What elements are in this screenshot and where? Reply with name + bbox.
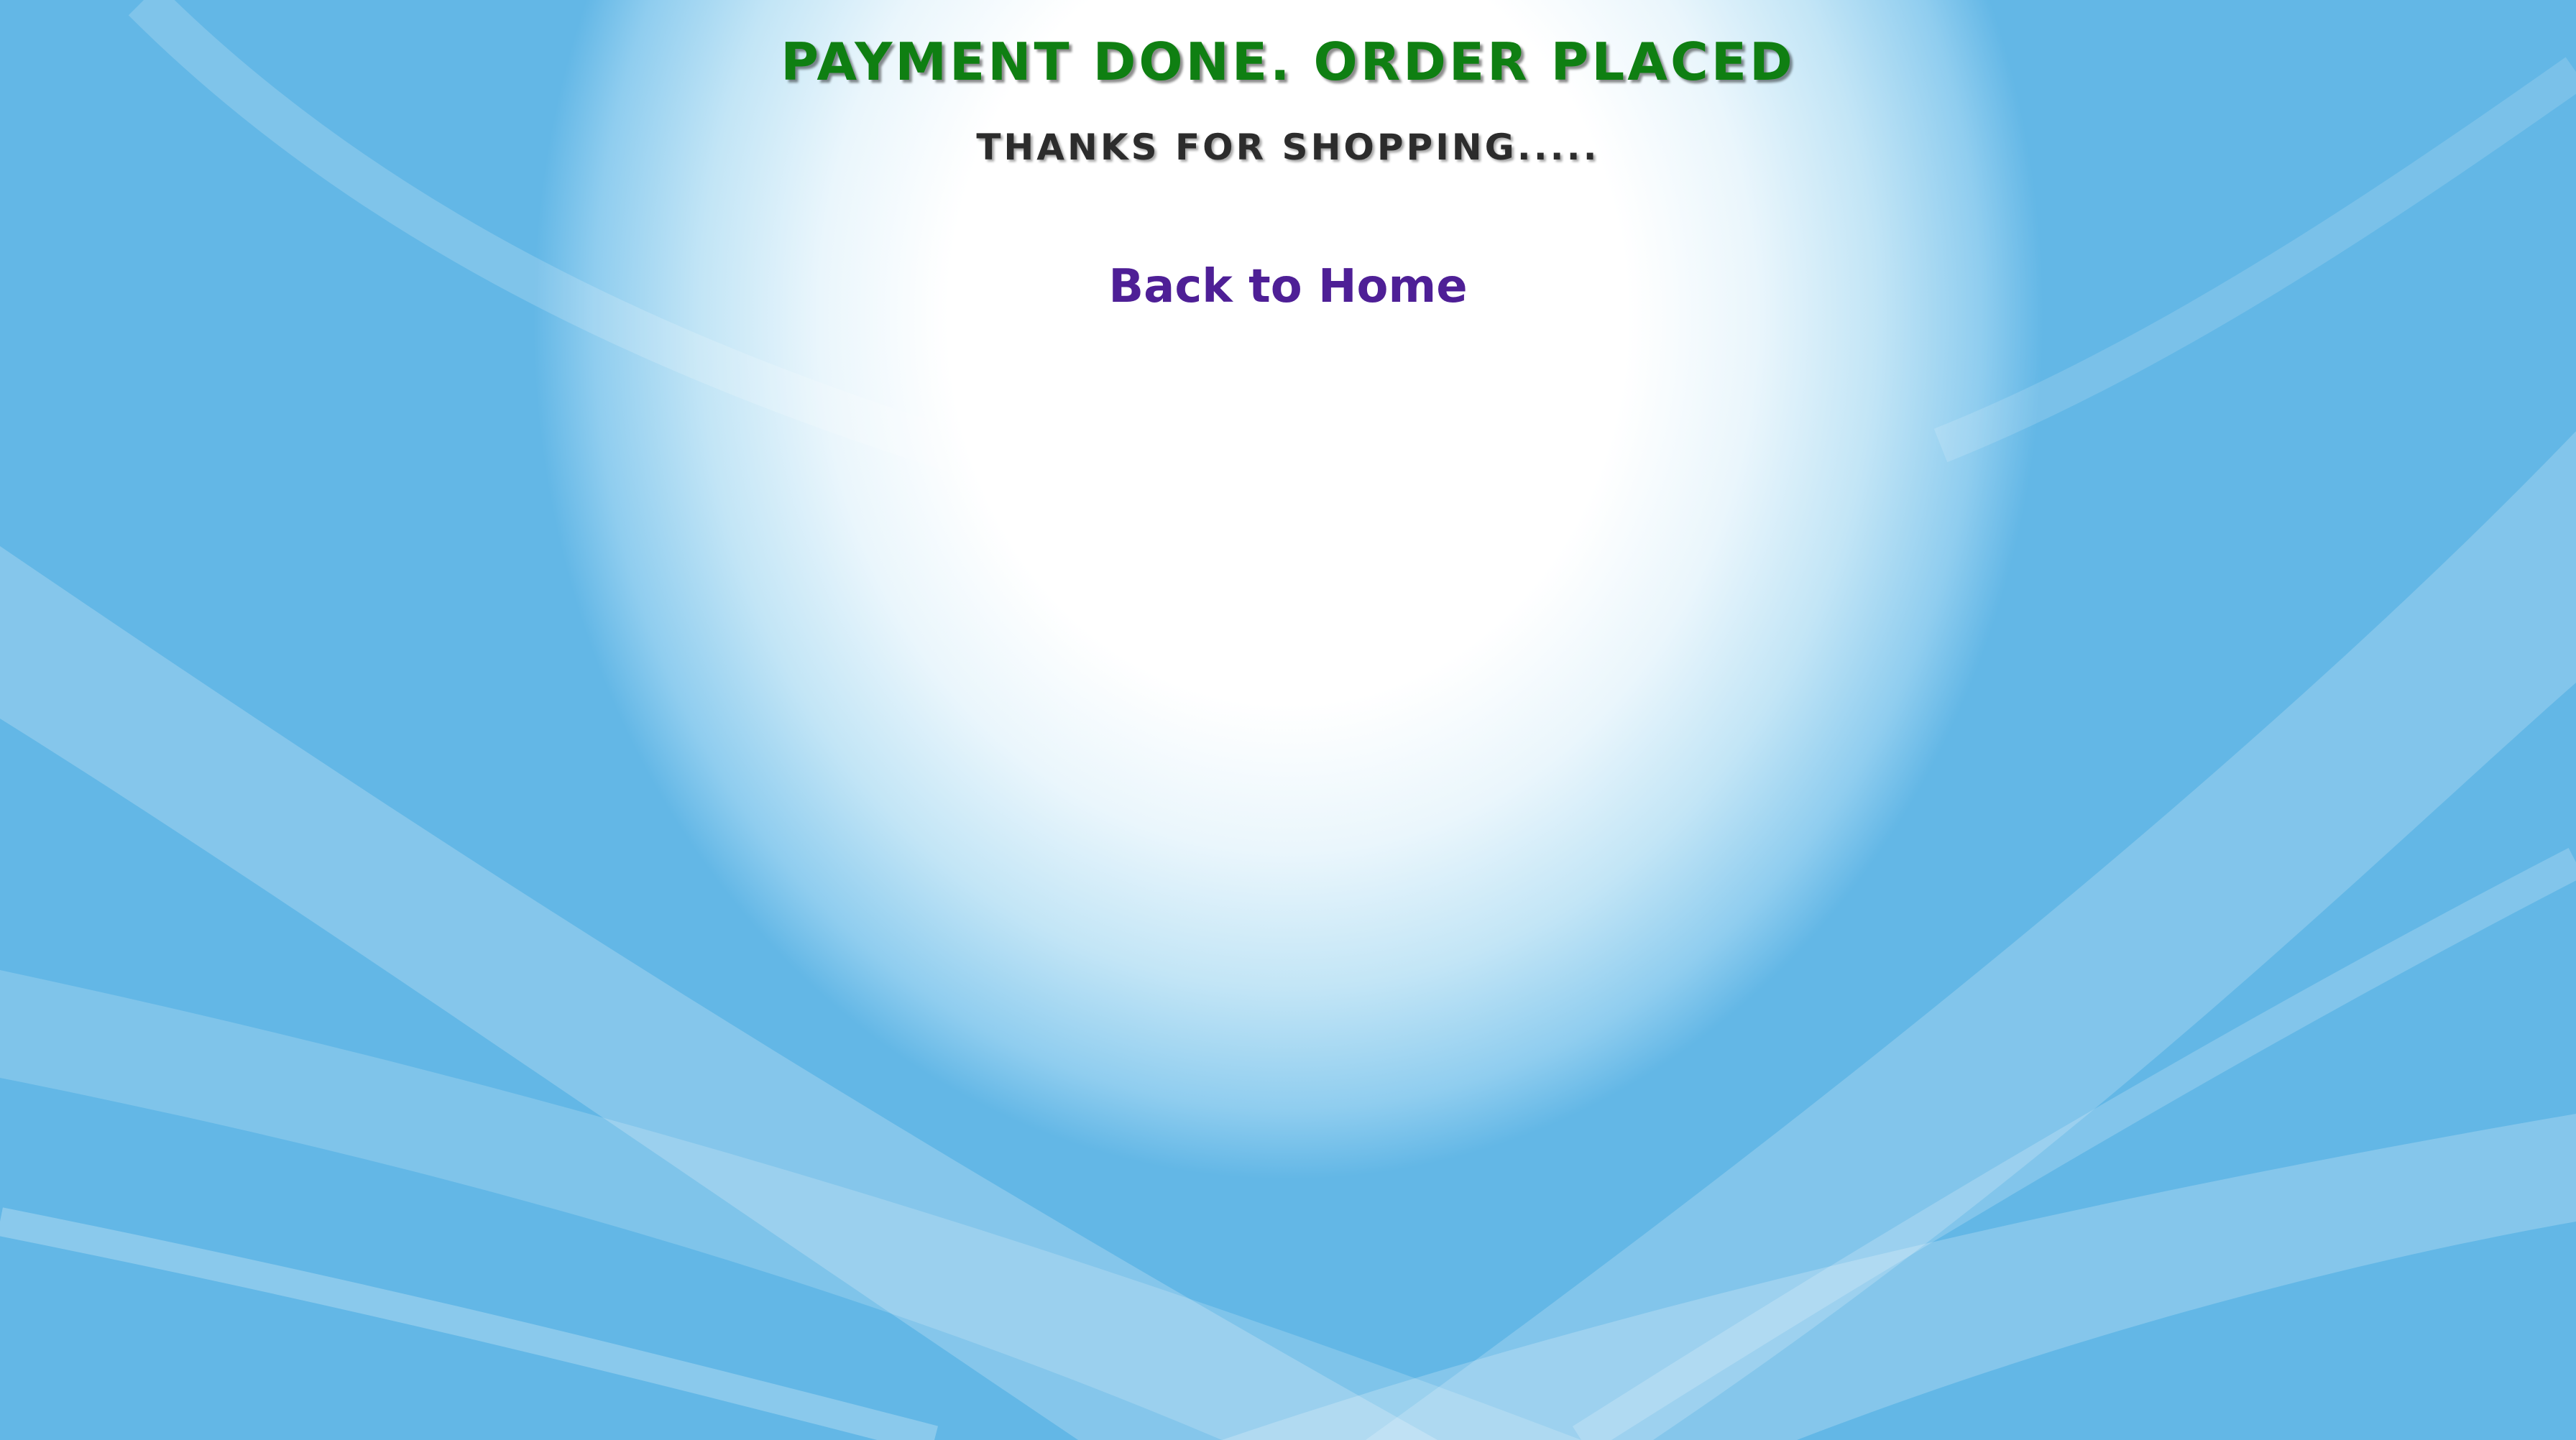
back-to-home-link[interactable]: Back to Home — [0, 260, 2576, 313]
back-to-home-label: Back to Home — [1108, 260, 1468, 313]
page-title: PAYMENT DONE. ORDER PLACED — [781, 32, 1795, 92]
background-waves — [0, 0, 2576, 1440]
thanks-message: THANKS FOR SHOPPING..... — [976, 126, 1600, 168]
